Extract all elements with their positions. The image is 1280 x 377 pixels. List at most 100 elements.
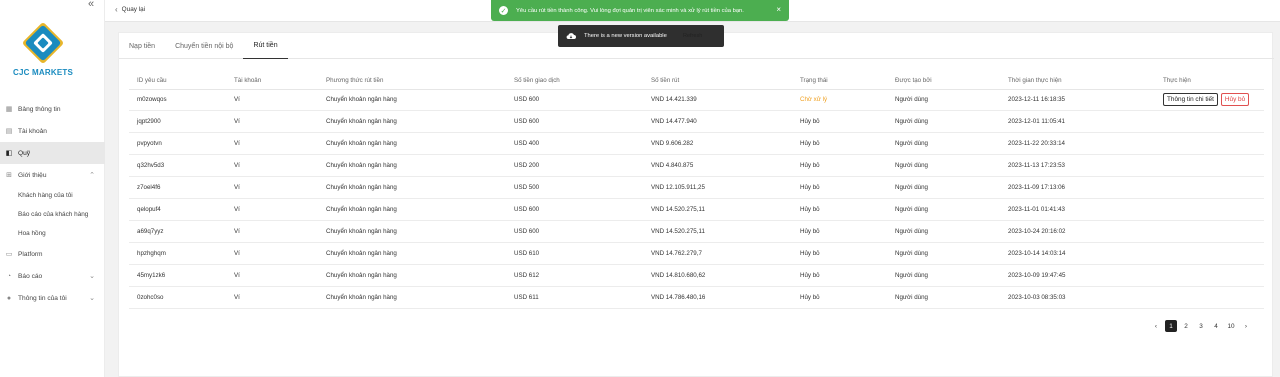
pagination-page[interactable]: 1 [1165, 320, 1177, 332]
platform-icon: ▭ [5, 251, 13, 258]
table-cell: Người dùng [887, 89, 1000, 111]
back-label: Quay lại [121, 6, 146, 13]
check-circle-icon: ✓ [499, 6, 508, 15]
sidebar-item-reports[interactable]: ◔ Báo cáo ⌄ [0, 265, 105, 287]
close-icon[interactable]: × [776, 5, 781, 14]
table-cell: Ví [226, 176, 318, 199]
table-cell: Chuyển khoản ngân hàng [318, 198, 506, 221]
sidebar-item-label: Quỹ [18, 149, 31, 157]
table-cell: 2023-12-01 11:05:41 [1000, 110, 1155, 133]
chevron-up-icon: ⌃ [89, 172, 95, 179]
pagination-page[interactable]: 4 [1210, 320, 1222, 332]
table-cell: 2023-10-24 20:16:02 [1000, 220, 1155, 243]
sidebar-item-account[interactable]: ▤ Tài khoản [0, 120, 105, 142]
sidebar-item-dashboard[interactable]: ▦ Bảng thông tin [0, 98, 105, 120]
sidebar-item-platform[interactable]: ▭ Platform [0, 243, 105, 265]
table-cell: USD 400 [506, 132, 643, 155]
version-toast: There is a new version available Refresh [558, 25, 724, 47]
table-cell: 2023-11-13 17:23:53 [1000, 154, 1155, 177]
table-cell: Người dùng [887, 176, 1000, 199]
pagination-prev[interactable]: ‹ [1150, 320, 1162, 332]
column-header: Số tiền giao dịch [506, 73, 643, 90]
table-cell: VND 14.421.339 [643, 89, 792, 111]
user-icon: ● [6, 294, 12, 302]
table-cell: z7oel4f6 [129, 176, 226, 199]
table-row: z7oel4f6 Ví Chuyển khoản ngân hàng USD 500 V… [129, 176, 1264, 199]
tab-deposit[interactable]: Nạp tiền [119, 33, 165, 59]
table-row: hpzhghqm Ví Chuyển khoản ngân hàng USD 610 V… [129, 242, 1264, 265]
withdraw-table: ID yêu cầu Tài khoản Phương thức rút tiề… [129, 73, 1264, 309]
column-header: Thời gian thực hiện [1000, 73, 1155, 90]
account-icon: ▤ [5, 128, 13, 135]
chevron-left-icon: ‹ [115, 5, 118, 14]
table-cell: hpzhghqm [129, 242, 226, 265]
sidebar-subitem-client-reports[interactable]: Báo cáo của khách hàng [0, 205, 105, 224]
table-row: q32hv5d3 Ví Chuyển khoản ngân hàng USD 200 V… [129, 154, 1264, 177]
table-cell: Chuyển khoản ngân hàng [318, 264, 506, 287]
table-cell: VND 14.762.279,7 [643, 242, 792, 265]
sidebar-item-referral[interactable]: ⊞ Giới thiệu ⌃ [0, 164, 105, 186]
table-row: qelopuf4 Ví Chuyển khoản ngân hàng USD 600 V… [129, 198, 1264, 221]
table-cell: Ví [226, 242, 318, 265]
pagination-page[interactable]: 2 [1180, 320, 1192, 332]
dashboard-icon: ▦ [5, 106, 13, 113]
table-cell: USD 612 [506, 264, 643, 287]
sidebar: « CJC MARKETS ▦ Bảng thông tin ▤ Tài kho… [0, 0, 105, 377]
tab-withdraw[interactable]: Rút tiền [243, 33, 288, 59]
table-cell: USD 610 [506, 242, 643, 265]
table-cell: Chuyển khoản ngân hàng [318, 286, 506, 309]
sidebar-nav: ▦ Bảng thông tin ▤ Tài khoản ◧ Quỹ ⊞ Giớ… [0, 98, 105, 309]
column-header: Tài khoản [226, 73, 318, 90]
table-cell: 2023-11-01 01:41:43 [1000, 198, 1155, 221]
table-cell: Hủy bỏ [792, 176, 887, 199]
pagination-page[interactable]: 10 [1225, 320, 1237, 332]
table-cell: Người dùng [887, 264, 1000, 287]
refresh-button[interactable]: Refresh [683, 33, 702, 39]
sidebar-item-label: Bảng thông tin [18, 105, 61, 113]
table-cell-actions: Thông tin chi tiết Hủy bỏ [1155, 89, 1264, 111]
back-button[interactable]: ‹ Quay lại [115, 5, 145, 14]
sidebar-subitem-my-clients[interactable]: Khách hàng của tôi [0, 186, 105, 205]
table-cell-actions [1155, 264, 1264, 287]
table-cell: Chuyển khoản ngân hàng [318, 110, 506, 133]
table-cell: USD 200 [506, 154, 643, 177]
table-cell: pvpyotvn [129, 132, 226, 155]
version-message: There is a new version available [584, 33, 667, 39]
table-cell: Hủy bỏ [792, 286, 887, 309]
table-cell: Hủy bỏ [792, 110, 887, 133]
table-cell: Hủy bỏ [792, 132, 887, 155]
table-cell-actions [1155, 220, 1264, 243]
table-cell: 2023-10-03 08:35:03 [1000, 286, 1155, 309]
table-cell: Người dùng [887, 242, 1000, 265]
column-header: Phương thức rút tiền [318, 73, 506, 90]
table-cell: VND 14.810.680,62 [643, 264, 792, 287]
table-row: m0zowqos Ví Chuyển khoản ngân hàng USD 600 V… [129, 89, 1264, 111]
success-toast: ✓ Yêu cầu rút tiền thành công. Vui lòng … [491, 0, 789, 21]
report-icon: ◔ [6, 272, 12, 280]
details-button[interactable]: Thông tin chi tiết [1163, 93, 1218, 106]
brand-name: CJC MARKETS [13, 68, 73, 77]
table-cell: Chờ xử lý [792, 89, 887, 111]
cancel-request-button[interactable]: Hủy bỏ [1220, 93, 1250, 106]
table-cell: Ví [226, 198, 318, 221]
table-cell: Chuyển khoản ngân hàng [318, 176, 506, 199]
sidebar-item-my-info[interactable]: ● Thông tin của tôi ⌄ [0, 287, 105, 309]
sidebar-subitem-commission[interactable]: Hoa hồng [0, 224, 105, 243]
table-cell: VND 14.520.275,11 [643, 198, 792, 221]
table-cell: Chuyển khoản ngân hàng [318, 154, 506, 177]
table-cell-actions [1155, 286, 1264, 309]
tab-internal-transfer[interactable]: Chuyển tiền nội bộ [165, 33, 243, 59]
table-cell: Chuyển khoản ngân hàng [318, 242, 506, 265]
chevron-down-icon: ⌄ [89, 273, 95, 280]
pagination-page[interactable]: 3 [1195, 320, 1207, 332]
table-cell: VND 12.105.911,25 [643, 176, 792, 199]
collapse-sidebar-icon[interactable]: « [88, 0, 94, 10]
table-cell-actions [1155, 242, 1264, 265]
sidebar-item-funds[interactable]: ◧ Quỹ [0, 142, 105, 164]
table-cell: Chuyển khoản ngân hàng [318, 132, 506, 155]
pagination-next[interactable]: › [1240, 320, 1252, 332]
table-cell-actions [1155, 154, 1264, 177]
table-cell: Ví [226, 264, 318, 287]
chevron-down-icon: ⌄ [89, 295, 95, 302]
table-cell: USD 600 [506, 198, 643, 221]
